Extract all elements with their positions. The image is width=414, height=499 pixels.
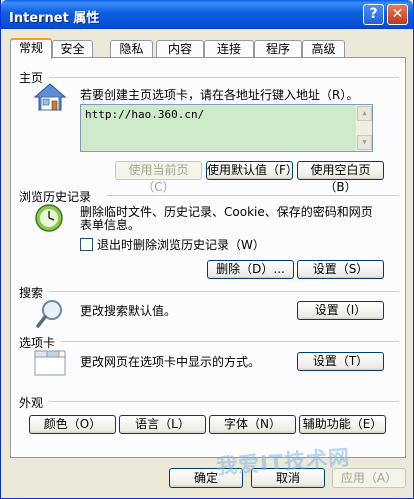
search-description: 更改搜索默认值。 bbox=[80, 304, 177, 318]
help-button[interactable]: ? bbox=[363, 4, 384, 25]
house-icon bbox=[33, 82, 67, 115]
delete-on-exit-checkbox[interactable] bbox=[80, 238, 93, 251]
tab-content[interactable]: 内容 bbox=[156, 40, 204, 58]
search-settings-button[interactable]: 设置（I） bbox=[297, 301, 384, 320]
fonts-button[interactable]: 字体（N） bbox=[209, 415, 296, 434]
use-default-button[interactable]: 使用默认值（F） bbox=[206, 161, 298, 180]
homepage-url-value: http://hao.360.cn/ bbox=[85, 108, 205, 121]
title-bar[interactable]: Internet 属性 ? ✕ bbox=[1, 0, 413, 29]
tab-general[interactable]: 常规 bbox=[10, 38, 52, 59]
tab-privacy[interactable]: 隐私 bbox=[110, 40, 153, 58]
appearance-section-title: 外观 bbox=[19, 396, 44, 410]
magnifier-icon bbox=[35, 298, 65, 333]
window-title: Internet 属性 bbox=[9, 11, 100, 26]
search-divider bbox=[49, 291, 399, 292]
tabs-description: 更改网页在选项卡中显示的方式。 bbox=[80, 355, 261, 369]
appearance-divider bbox=[49, 401, 399, 402]
tab-security[interactable]: 安全 bbox=[52, 40, 93, 58]
languages-button[interactable]: 语言（L） bbox=[119, 415, 206, 434]
homepage-divider bbox=[49, 77, 399, 78]
history-divider bbox=[107, 195, 399, 196]
history-clock-icon bbox=[33, 202, 65, 237]
tab-connections[interactable]: 连接 bbox=[204, 40, 254, 58]
delete-history-button[interactable]: 删除（D）... bbox=[207, 260, 294, 279]
tabs-divider bbox=[61, 341, 399, 342]
homepage-url-input[interactable]: http://hao.360.cn/ ▲ ▼ bbox=[80, 104, 373, 152]
use-current-button[interactable]: 使用当前页（C） bbox=[115, 161, 202, 194]
internet-options-dialog: Internet 属性 ? ✕ 常规 安全 隐私 内容 连接 程序 高级 主页 … bbox=[0, 0, 414, 499]
scroll-down-icon[interactable]: ▼ bbox=[357, 135, 372, 150]
general-tab-panel: 主页 若要创建主页选项卡，请在各地址行键入地址（R）。 http://hao.3… bbox=[10, 57, 406, 458]
scroll-up-icon[interactable]: ▲ bbox=[357, 106, 372, 121]
tab-programs[interactable]: 程序 bbox=[254, 40, 302, 58]
tab-advanced[interactable]: 高级 bbox=[302, 40, 345, 58]
tabs-settings-button[interactable]: 设置（T） bbox=[297, 352, 384, 371]
delete-on-exit-label[interactable]: 退出时删除浏览历史记录（W） bbox=[97, 238, 265, 252]
tabbed-window-icon bbox=[33, 348, 67, 381]
homepage-instruction: 若要创建主页选项卡，请在各地址行键入地址（R）。 bbox=[80, 88, 359, 102]
history-settings-button[interactable]: 设置（S） bbox=[297, 260, 384, 279]
close-button[interactable]: ✕ bbox=[387, 4, 408, 25]
use-blank-button[interactable]: 使用空白页（B） bbox=[297, 161, 384, 194]
url-scrollbar[interactable]: ▲ ▼ bbox=[355, 105, 372, 151]
accessibility-button[interactable]: 辅助功能（E） bbox=[299, 415, 386, 434]
history-description-line2: 表单信息。 bbox=[80, 218, 141, 232]
colors-button[interactable]: 颜色（O） bbox=[29, 415, 116, 434]
history-description-line1: 删除临时文件、历史记录、Cookie、保存的密码和网页 bbox=[80, 205, 373, 219]
